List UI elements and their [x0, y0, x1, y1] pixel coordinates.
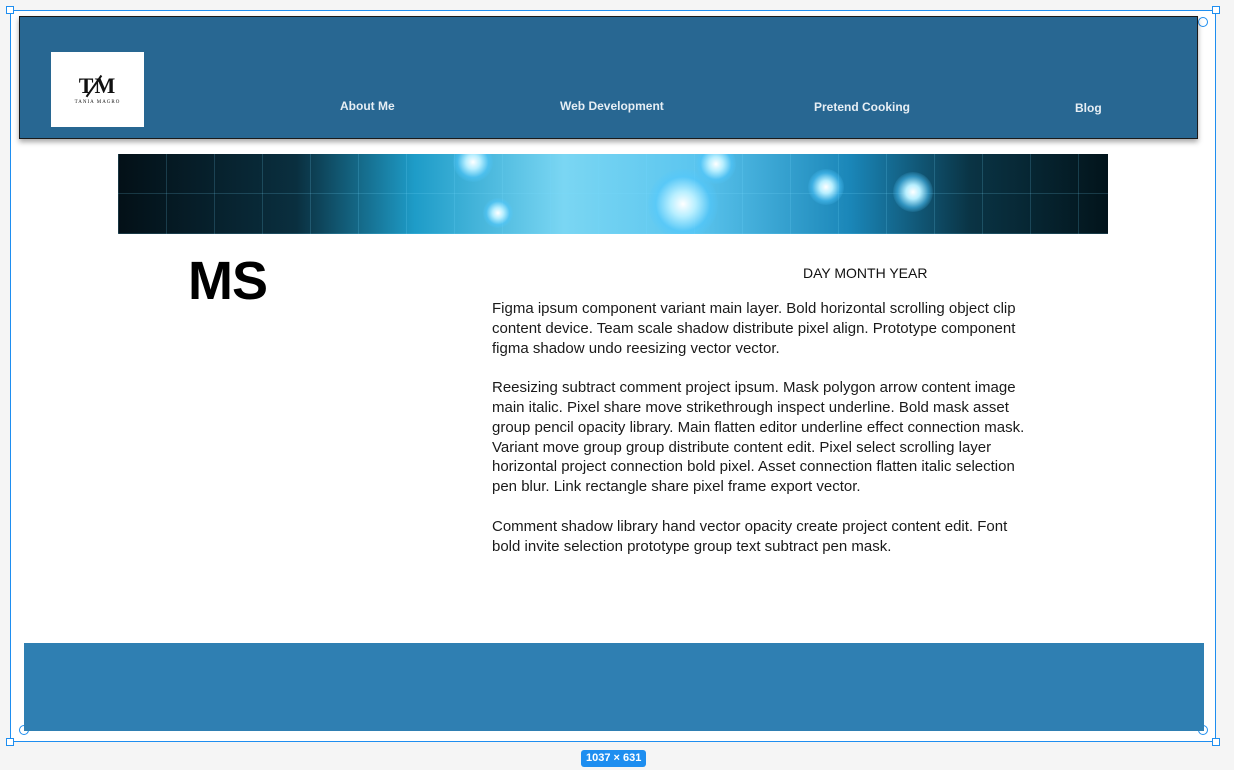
- site-footer: [24, 643, 1204, 731]
- article-paragraph: Comment shadow library hand vector opaci…: [492, 517, 1008, 555]
- hero-banner-image: [118, 154, 1108, 234]
- article-paragraph: Reesizing subtract comment project ipsum…: [492, 379, 1025, 496]
- logo[interactable]: TM TANIA MAGRO: [51, 52, 144, 127]
- page-title: MS: [188, 251, 268, 311]
- site-header: TM TANIA MAGRO About Me Web Development …: [19, 16, 1198, 139]
- article-paragraph: Figma ipsum component variant main layer…: [492, 300, 1016, 357]
- nav-blog[interactable]: Blog: [1075, 101, 1102, 115]
- corner-handle-bottom-left[interactable]: [6, 738, 14, 746]
- banner-glow-2: [483, 198, 513, 228]
- banner-glow-6: [893, 172, 933, 212]
- article-body: Figma ipsum component variant main layer…: [492, 299, 1032, 576]
- frame-size-badge: 1037 × 631: [581, 750, 647, 767]
- article-date: DAY MONTH YEAR: [803, 265, 928, 281]
- nav-web-development[interactable]: Web Development: [560, 99, 664, 113]
- banner-glow-5: [808, 169, 844, 205]
- corner-handle-top-right[interactable]: [1212, 6, 1220, 14]
- corner-handle-top-left[interactable]: [6, 6, 14, 14]
- logo-subtitle: TANIA MAGRO: [74, 99, 121, 105]
- resize-handle-top-right[interactable]: [1198, 17, 1208, 27]
- banner-grid-lines: [118, 154, 1108, 234]
- nav-pretend-cooking[interactable]: Pretend Cooking: [814, 100, 910, 114]
- nav-about-me[interactable]: About Me: [340, 99, 395, 113]
- tm-monogram-icon: TM: [78, 72, 117, 98]
- corner-handle-bottom-right[interactable]: [1212, 738, 1220, 746]
